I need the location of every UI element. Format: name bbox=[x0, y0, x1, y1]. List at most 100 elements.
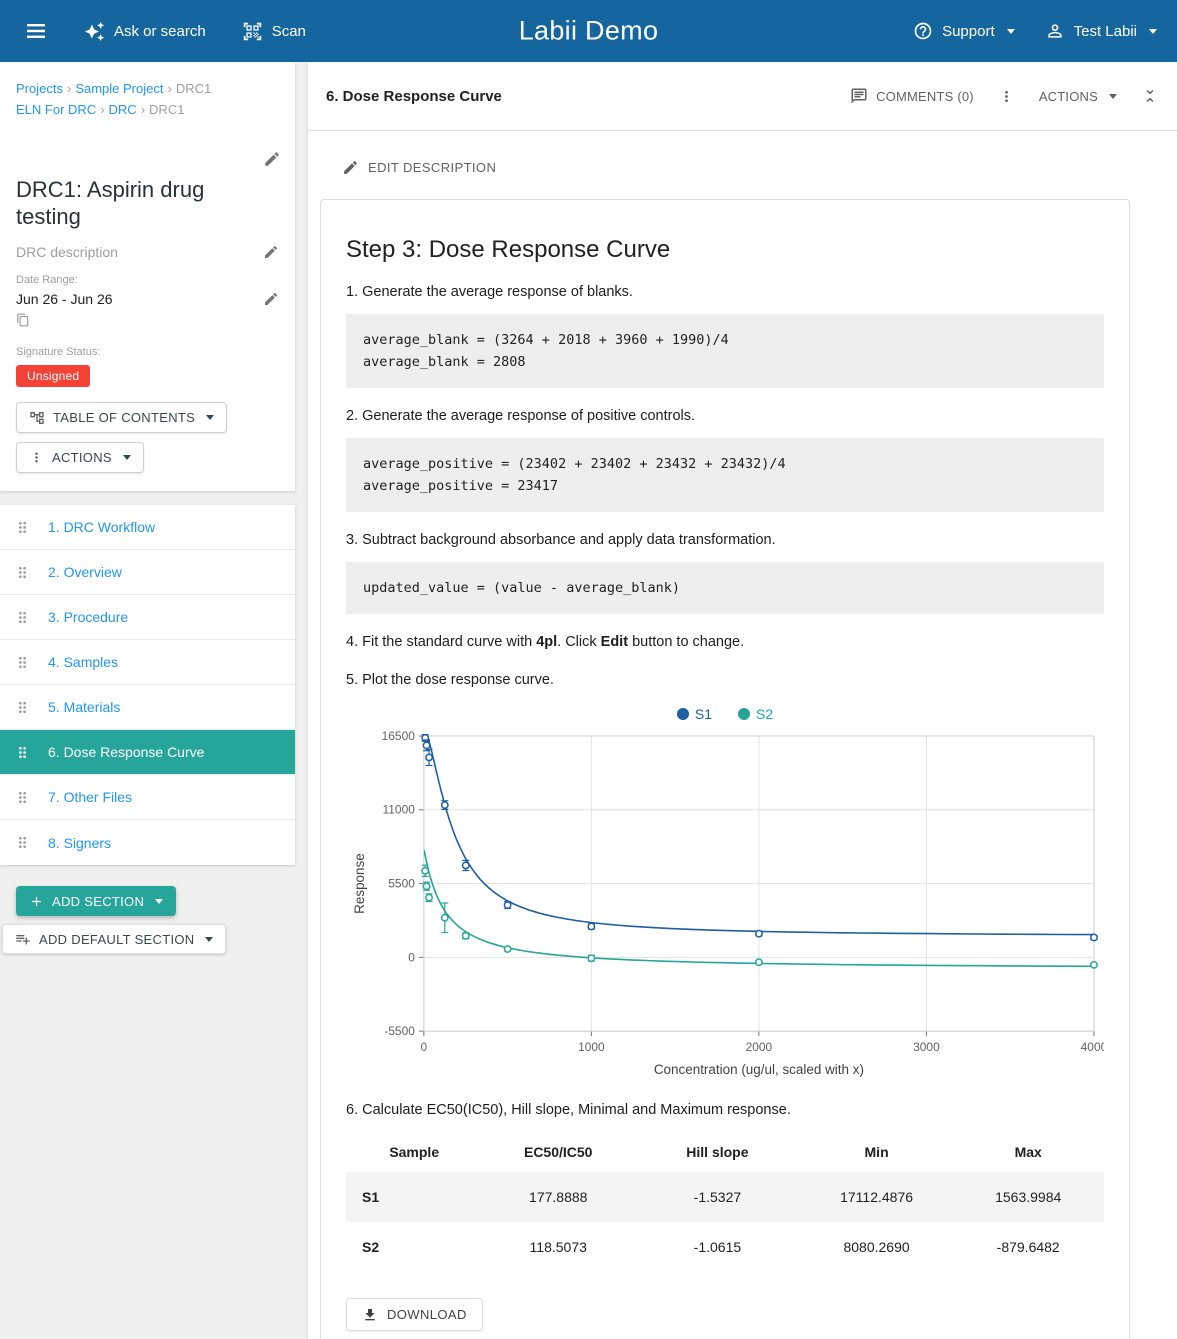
person-icon bbox=[1045, 21, 1065, 41]
cell-hill-slope: -1.5327 bbox=[634, 1172, 801, 1222]
add-default-section-button[interactable]: ADD DEFAULT SECTION bbox=[2, 924, 226, 954]
svg-text:Response: Response bbox=[352, 853, 367, 914]
breadcrumb-row-project: Projects›Sample Project›DRC1 bbox=[16, 78, 279, 99]
section-content-card: Step 3: Dose Response Curve 1. Generate … bbox=[320, 199, 1130, 1339]
table-of-contents-button[interactable]: TABLE OF CONTENTS bbox=[16, 402, 227, 433]
svg-text:-5500: -5500 bbox=[384, 1024, 415, 1038]
ask-or-search-button[interactable]: Ask or search bbox=[84, 21, 206, 42]
dose-response-chart: S1S2 165001100055000-5500010002000300040… bbox=[346, 702, 1104, 1082]
cell-ec50: 177.8888 bbox=[482, 1172, 634, 1222]
date-range-value: Jun 26 - Jun 26 bbox=[16, 291, 113, 307]
ec50-results-table: Sample EC50/IC50 Hill slope Min Max S1 1… bbox=[346, 1132, 1104, 1272]
section-title: 6. Dose Response Curve bbox=[326, 88, 502, 105]
edit-description-button-main[interactable]: EDIT DESCRIPTION bbox=[342, 159, 496, 176]
cell-ec50: 118.5073 bbox=[482, 1222, 634, 1272]
cell-max: 1563.9984 bbox=[952, 1172, 1104, 1222]
topbar: Ask or search Scan Labii Demo Support Te… bbox=[0, 0, 1177, 62]
edit-date-range-button[interactable] bbox=[263, 291, 279, 307]
breadcrumb-link-drc[interactable]: DRC bbox=[109, 102, 137, 117]
copy-button[interactable] bbox=[16, 313, 30, 327]
download-label: DOWNLOAD bbox=[387, 1307, 467, 1322]
legend-dot bbox=[677, 708, 689, 720]
menu-button[interactable] bbox=[24, 19, 48, 43]
help-icon bbox=[913, 21, 933, 41]
add-section-button[interactable]: ADD SECTION bbox=[16, 886, 176, 916]
svg-text:5500: 5500 bbox=[388, 877, 415, 891]
ask-or-search-label: Ask or search bbox=[114, 23, 206, 40]
user-label: Test Labii bbox=[1074, 23, 1137, 40]
user-menu-button[interactable]: Test Labii bbox=[1045, 21, 1157, 41]
column-header-min: Min bbox=[801, 1132, 953, 1172]
svg-text:4000: 4000 bbox=[1081, 1040, 1104, 1054]
svg-text:0: 0 bbox=[408, 950, 415, 964]
table-row: S2 118.5073 -1.0615 8080.2690 -879.6482 bbox=[346, 1222, 1104, 1272]
breadcrumb-link-eln-for-drc[interactable]: ELN For DRC bbox=[16, 102, 96, 117]
scan-button[interactable]: Scan bbox=[242, 21, 306, 42]
drag-handle-icon[interactable] bbox=[14, 609, 31, 626]
drag-handle-icon[interactable] bbox=[14, 654, 31, 671]
svg-text:2000: 2000 bbox=[746, 1040, 773, 1054]
column-header-max: Max bbox=[952, 1132, 1104, 1172]
hamburger-icon bbox=[24, 19, 48, 43]
sidebar-item-overview[interactable]: 2. Overview bbox=[0, 550, 295, 595]
drag-handle-icon[interactable] bbox=[14, 519, 31, 536]
legend-item-s2[interactable]: S2 bbox=[738, 706, 773, 722]
step-2-text: 2. Generate the average response of posi… bbox=[346, 406, 1104, 426]
qr-scan-icon bbox=[242, 21, 263, 42]
add-section-label: ADD SECTION bbox=[52, 894, 144, 909]
sidebar-actions-button[interactable]: ACTIONS bbox=[16, 442, 144, 473]
bold-edit: Edit bbox=[601, 634, 628, 650]
legend-item-s1[interactable]: S1 bbox=[677, 706, 712, 722]
record-info-card: Projects›Sample Project›DRC1 ELN For DRC… bbox=[0, 62, 295, 491]
column-header-ec50: EC50/IC50 bbox=[482, 1132, 634, 1172]
pencil-icon bbox=[342, 159, 359, 176]
more-options-button[interactable] bbox=[998, 88, 1015, 105]
sidebar-item-other-files[interactable]: 7. Other Files bbox=[0, 775, 295, 820]
breadcrumb-link-sample-project[interactable]: Sample Project bbox=[75, 81, 163, 96]
svg-text:Concentration (ug/ul, scaled w: Concentration (ug/ul, scaled with x) bbox=[654, 1062, 864, 1077]
drag-handle-icon[interactable] bbox=[14, 744, 31, 761]
edit-description-button[interactable] bbox=[263, 244, 279, 260]
sidebar-actions-label: ACTIONS bbox=[52, 450, 112, 465]
more-vert-icon bbox=[998, 88, 1015, 105]
breadcrumb-link-projects[interactable]: Projects bbox=[16, 81, 63, 96]
comments-button[interactable]: COMMENTS (0) bbox=[850, 87, 974, 105]
table-of-contents-label: TABLE OF CONTENTS bbox=[53, 410, 195, 425]
date-range-row: Jun 26 - Jun 26 bbox=[16, 291, 279, 307]
sidebar-item-signers[interactable]: 8. Signers bbox=[0, 820, 295, 865]
sidebar-item-dose-response-curve[interactable]: 6. Dose Response Curve bbox=[0, 730, 295, 775]
edit-title-button[interactable] bbox=[263, 150, 281, 171]
column-header-sample: Sample bbox=[346, 1132, 482, 1172]
app-title: Labii Demo bbox=[519, 16, 659, 47]
tree-icon bbox=[29, 410, 45, 426]
support-menu-button[interactable]: Support bbox=[913, 21, 1015, 41]
collapse-button[interactable] bbox=[1141, 87, 1159, 105]
code-line: updated_value = (value - average_blank) bbox=[363, 577, 1087, 599]
signature-status-label: Signature Status: bbox=[16, 346, 279, 358]
breadcrumb-row-table: ELN For DRC›DRC›DRC1 bbox=[16, 99, 279, 120]
cell-sample: S1 bbox=[346, 1172, 482, 1222]
sidebar-item-samples[interactable]: 4. Samples bbox=[0, 640, 295, 685]
drag-handle-icon[interactable] bbox=[14, 564, 31, 581]
legend-label: S1 bbox=[695, 706, 712, 722]
description-row: DRC description bbox=[16, 244, 279, 260]
chevron-down-icon bbox=[1149, 29, 1157, 34]
sidebar-item-materials[interactable]: 5. Materials bbox=[0, 685, 295, 730]
step-4-text: 4. Fit the standard curve with 4pl. Clic… bbox=[346, 632, 1104, 652]
download-button[interactable]: DOWNLOAD bbox=[346, 1298, 483, 1331]
drag-handle-icon[interactable] bbox=[14, 789, 31, 806]
code-line: average_blank = 2808 bbox=[363, 351, 1087, 373]
sidebar-item-procedure[interactable]: 3. Procedure bbox=[0, 595, 295, 640]
scan-label: Scan bbox=[272, 23, 306, 40]
breadcrumb-current: DRC1 bbox=[149, 102, 184, 117]
drag-handle-icon[interactable] bbox=[14, 699, 31, 716]
section-label: 7. Other Files bbox=[48, 789, 132, 805]
sidebar-item-drc-workflow[interactable]: 1. DRC Workflow bbox=[0, 505, 295, 550]
breadcrumb-separator: › bbox=[141, 102, 145, 117]
column-header-hill-slope: Hill slope bbox=[634, 1132, 801, 1172]
cell-max: -879.6482 bbox=[952, 1222, 1104, 1272]
drag-handle-icon[interactable] bbox=[14, 834, 31, 851]
cell-sample: S2 bbox=[346, 1222, 482, 1272]
main-actions-button[interactable]: ACTIONS bbox=[1039, 89, 1117, 104]
legend-label: S2 bbox=[756, 706, 773, 722]
